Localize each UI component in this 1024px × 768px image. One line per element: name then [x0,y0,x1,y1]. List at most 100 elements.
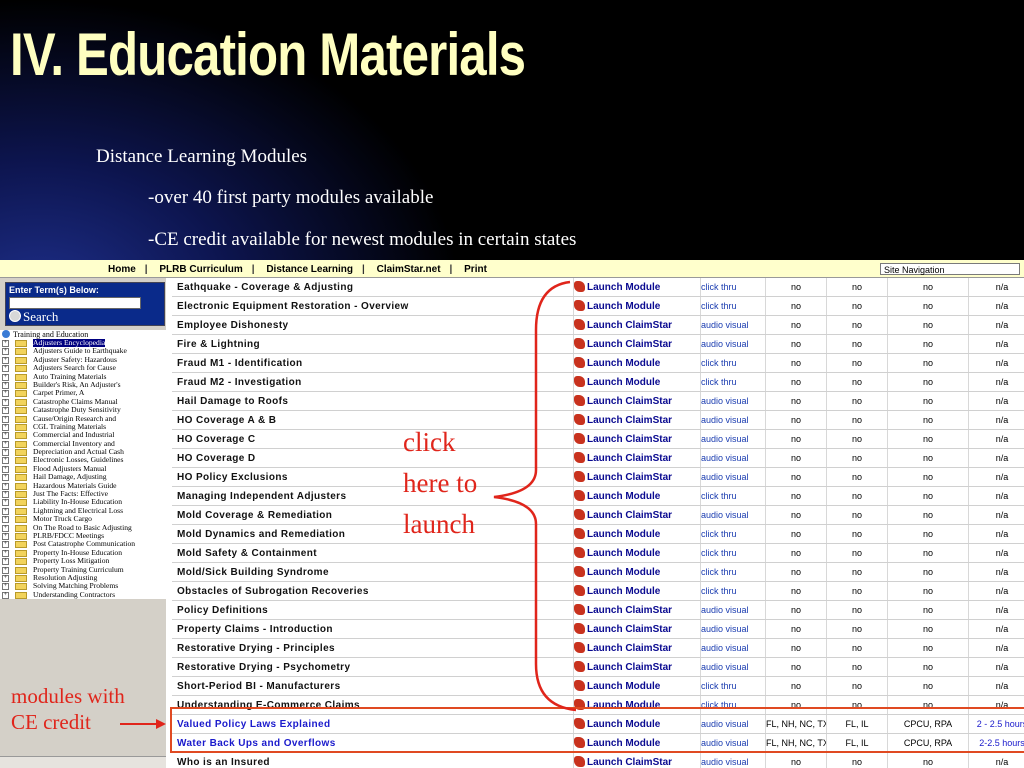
tree-item[interactable]: + Motor Truck Cargo [0,515,166,524]
expand-icon[interactable]: + [2,583,9,591]
nav-claimstar-link[interactable]: ClaimStar.net [377,264,441,275]
search-button[interactable]: Search [9,310,139,323]
expand-icon[interactable]: + [2,365,9,373]
launch-button[interactable]: Launch ClaimStar [574,452,672,464]
launch-button[interactable]: Launch Module [574,566,660,578]
tree-item[interactable]: + Property Loss Mitigation [0,557,166,566]
launch-button[interactable]: Launch ClaimStar [574,338,672,350]
expand-icon[interactable]: + [2,407,9,415]
tree-item[interactable]: + Carpet Primer, A [0,389,166,398]
nav-separator: | [251,264,255,275]
tree-item[interactable]: + Solving Matching Problems [0,582,166,591]
tree-item[interactable]: + Builder's Risk, An Adjuster's [0,381,166,389]
tree-item[interactable]: + Liability In-House Education [0,498,166,507]
expand-icon[interactable]: + [2,356,9,364]
tree-item[interactable]: + Commercial and Industrial [0,431,166,440]
expand-icon[interactable]: + [2,541,9,549]
expand-icon[interactable]: + [2,373,9,381]
tree-item[interactable]: + CGL Training Materials [0,423,166,431]
launch-button[interactable]: Launch Module [574,357,660,369]
launch-button[interactable]: Launch ClaimStar [574,471,672,483]
expand-icon[interactable]: + [2,474,9,482]
tree-item[interactable]: + Depreciation and Actual Cash [0,448,166,457]
table-row: Fraud M2 - Investigation Launch Module cli… [172,372,1024,392]
tree-item[interactable]: + Catastrophe Claims Manual [0,398,166,406]
launch-button[interactable]: Launch Module [574,376,660,388]
expand-icon[interactable]: + [2,507,9,515]
expand-icon[interactable]: + [2,449,9,457]
expand-icon[interactable]: + [2,524,9,532]
expand-icon[interactable]: + [2,465,9,473]
launch-button[interactable]: Launch Module [574,585,660,597]
ce-states: no [765,676,827,696]
expand-icon[interactable]: + [2,340,9,347]
expand-icon[interactable]: + [2,532,9,540]
expand-icon[interactable]: + [2,423,9,431]
tree-item[interactable]: + Hail Damage, Adjusting [0,473,166,482]
expand-icon[interactable]: + [2,348,9,356]
launch-button[interactable]: Launch Module [574,528,660,540]
expand-icon[interactable]: + [2,574,9,582]
launch-button[interactable]: Launch Module [574,490,660,502]
expand-icon[interactable]: + [2,457,9,465]
tree-item[interactable]: + Cause/Origin Research and [0,415,166,423]
expand-icon[interactable]: + [2,566,9,574]
launch-button[interactable]: Launch Module [574,547,660,559]
tree-item[interactable]: + Lightning and Electrical Loss [0,507,166,515]
launch-button[interactable]: Launch ClaimStar [574,414,672,426]
nav-distance-learning-link[interactable]: Distance Learning [266,264,353,275]
expand-icon[interactable]: + [2,432,9,440]
expand-icon[interactable]: + [2,440,9,448]
tree-item[interactable]: + Catastrophe Duty Sensitivity [0,406,166,415]
tree-item[interactable]: + Property In-House Education [0,549,166,557]
expand-icon[interactable]: + [2,516,9,524]
site-navigation-select[interactable]: Site Navigation [880,263,1020,275]
launch-button[interactable]: Launch Module [574,281,660,293]
launch-button[interactable]: Launch ClaimStar [574,604,672,616]
expand-icon[interactable]: + [2,398,9,406]
tree-item[interactable]: + Adjusters Guide to Earthquake [0,347,166,356]
tree-item[interactable]: + Adjusters Search for Cause [0,364,166,373]
tree-item[interactable]: + Adjuster Safety: Hazardous [0,356,166,364]
launch-button[interactable]: Launch ClaimStar [574,395,672,407]
launch-button[interactable]: Launch ClaimStar [574,642,672,654]
launch-button[interactable]: Launch Module [574,300,660,312]
tree-item[interactable]: + Auto Training Materials [0,373,166,381]
expand-icon[interactable]: + [2,549,9,557]
nav-home-link[interactable]: Home [108,264,136,275]
launch-button[interactable]: Launch ClaimStar [574,756,672,768]
tree-item[interactable]: + Post Catastrophe Communication [0,540,166,549]
tree-item[interactable]: + Electronic Losses, Guidelines [0,456,166,465]
expand-icon[interactable]: + [2,591,9,599]
tree-item[interactable]: + Property Training Curriculum [0,566,166,574]
search-input[interactable] [9,297,141,309]
launch-button[interactable]: Launch ClaimStar [574,319,672,331]
launch-button[interactable]: Launch ClaimStar [574,433,672,445]
expand-icon[interactable]: + [2,499,9,507]
launch-button[interactable]: Launch ClaimStar [574,661,672,673]
tree-item[interactable]: + Flood Adjusters Manual [0,465,166,473]
tree-root[interactable]: Training and Education [0,330,166,339]
expand-icon[interactable]: + [2,482,9,490]
horizontal-scrollbar[interactable] [0,756,166,768]
nav-print-link[interactable]: Print [464,264,487,275]
tree-item[interactable]: + Hazardous Materials Guide [0,482,166,490]
launch-button[interactable]: Launch ClaimStar [574,623,672,635]
tree-item[interactable]: + Just The Facts: Effective [0,490,166,499]
expand-icon[interactable]: + [2,390,9,398]
tree-item[interactable]: + Resolution Adjusting [0,574,166,582]
launch-icon [574,414,585,425]
nav-plrb-curriculum-link[interactable]: PLRB Curriculum [159,264,242,275]
expand-icon[interactable]: + [2,558,9,566]
expand-icon[interactable]: + [2,381,9,389]
tree-item[interactable]: + Understanding Contractors [0,591,166,599]
tree-item[interactable]: + Adjusters Encyclopedia [0,339,166,347]
launch-button[interactable]: Launch Module [574,680,660,692]
expand-icon[interactable]: + [2,491,9,499]
tree-item[interactable]: + Commercial Inventory and [0,440,166,448]
expand-icon[interactable]: + [2,415,9,423]
tree-item[interactable]: + On The Road to Basic Adjusting [0,524,166,532]
launch-button[interactable]: Launch ClaimStar [574,509,672,521]
tree-item[interactable]: + PLRB/FDCC Meetings [0,532,166,540]
ce-states: no [765,315,827,335]
